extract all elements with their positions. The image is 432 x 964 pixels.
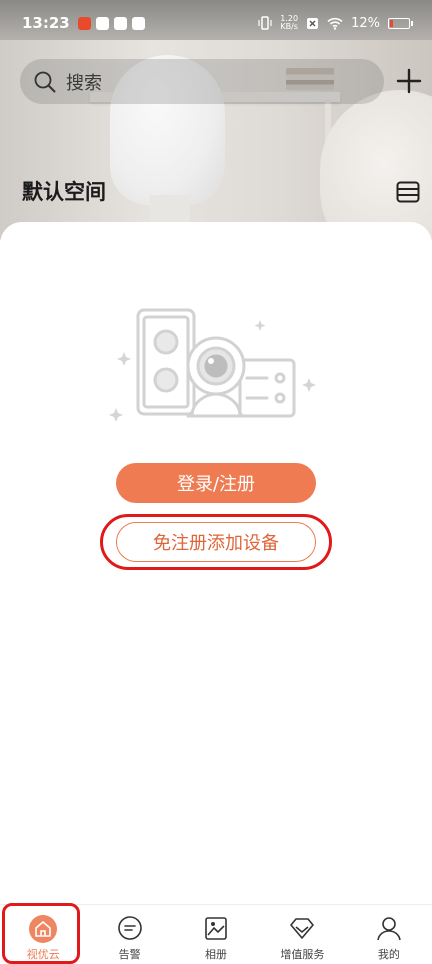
annotation-highlight-add-device xyxy=(100,514,332,570)
network-speed: 1.20 KB/s xyxy=(280,15,298,31)
nav-item-alerts[interactable]: 告警 xyxy=(86,905,172,964)
empty-devices-illustration xyxy=(109,308,316,422)
wifi-icon xyxy=(327,17,343,30)
person-icon xyxy=(377,917,401,941)
nav-label: 告警 xyxy=(118,948,141,961)
vibrate-icon xyxy=(258,16,272,30)
nav-item-profile[interactable]: 我的 xyxy=(346,905,432,964)
message-icon xyxy=(117,916,142,940)
app-notification-icon xyxy=(131,16,145,30)
status-bar: 13:23 1.20 KB/s 12% xyxy=(0,0,432,46)
nav-label: 我的 xyxy=(377,948,400,961)
nav-item-value-added[interactable]: 增值服务 xyxy=(259,905,345,964)
nav-label: 增值服务 xyxy=(280,948,325,961)
login-register-button[interactable]: 登录/注册 xyxy=(116,463,316,503)
search-bar[interactable]: 搜索 xyxy=(20,59,384,104)
nav-item-album[interactable]: 相册 xyxy=(173,905,259,964)
battery-percent: 12% xyxy=(351,15,380,31)
network-speed-unit: KB/s xyxy=(280,22,298,31)
mail-notification-icon xyxy=(113,16,127,30)
status-time: 13:23 xyxy=(22,14,70,32)
add-icon[interactable] xyxy=(394,66,424,96)
album-icon xyxy=(205,917,227,940)
battery-icon xyxy=(388,17,413,29)
nav-label: 相册 xyxy=(205,948,228,961)
sim-icon xyxy=(307,17,319,29)
diamond-icon xyxy=(290,918,315,939)
status-right: 1.20 KB/s 12% xyxy=(258,15,413,31)
list-layout-icon[interactable] xyxy=(396,181,420,203)
app-notification-icon xyxy=(77,16,91,30)
app-notification-icon xyxy=(95,16,109,30)
notification-icons xyxy=(77,16,145,30)
annotation-highlight-home-tab xyxy=(2,903,80,964)
space-title[interactable]: 默认空间 xyxy=(22,176,106,206)
search-icon xyxy=(34,71,56,92)
search-placeholder: 搜索 xyxy=(66,72,102,94)
